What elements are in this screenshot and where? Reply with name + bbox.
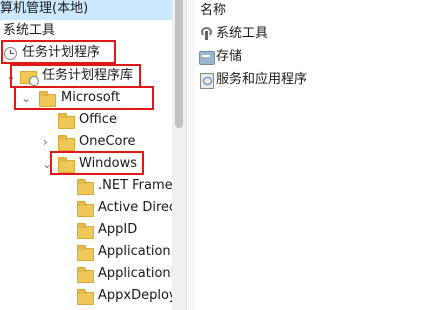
tree-item-label: AppxDeploy — [98, 288, 172, 303]
folder-icon — [77, 179, 94, 195]
tree-item-label: 系统工具 — [3, 23, 56, 38]
column-header-name[interactable]: 名称 — [200, 1, 226, 21]
tree-item-label: Office — [79, 112, 117, 127]
highlight-box-task-library — [10, 64, 141, 88]
tree-item-office[interactable]: Office — [0, 109, 172, 131]
chevron-right-icon[interactable]: › — [43, 131, 48, 153]
storage-icon — [199, 51, 215, 65]
tree-item-label: ApplicationI — [98, 266, 172, 281]
tree-item-label: Active Direc — [98, 200, 172, 215]
scrollbar-thumb[interactable] — [175, 0, 183, 128]
tree-item-windows-child[interactable]: AppxDeploy — [0, 285, 172, 307]
tree-item-label: AppID — [98, 222, 138, 237]
services-icon — [200, 73, 214, 89]
detail-item-label: 系统工具 — [216, 26, 269, 41]
tree-item-windows-child[interactable]: Application — [0, 241, 172, 263]
highlight-box-microsoft — [14, 86, 154, 110]
folder-icon — [77, 245, 94, 261]
tree-item-onecore[interactable]: › OneCore — [0, 131, 172, 153]
folder-icon — [77, 267, 94, 283]
detail-item-label: 服务和应用程序 — [216, 72, 308, 87]
navigation-tree: 算机管理(本地) 系统工具 任务计划程序 ⌄ 任务计划程序库 ⌄ Microso… — [0, 0, 172, 310]
detail-item-label: 存储 — [216, 49, 243, 64]
tree-item-windows-child[interactable]: Active Direc — [0, 197, 172, 219]
tree-item-system-tools[interactable]: 系统工具 — [0, 20, 55, 42]
tree-item-label: .NET Framew — [98, 178, 172, 193]
folder-icon — [77, 289, 94, 305]
folder-icon — [77, 201, 94, 217]
tree-scrollbar[interactable] — [172, 0, 186, 310]
folder-icon — [58, 135, 75, 151]
tree-item-windows-child[interactable]: .NET Framew — [0, 175, 172, 197]
tree-root-item[interactable]: 算机管理(本地) — [0, 0, 172, 20]
tools-icon — [200, 27, 212, 40]
highlight-box-windows — [50, 151, 144, 175]
pane-divider[interactable] — [186, 0, 195, 310]
folder-icon — [77, 223, 94, 239]
tree-item-label: Application — [98, 244, 171, 259]
tree-root-label: 算机管理(本地) — [0, 1, 89, 16]
tree-item-label: OneCore — [79, 134, 136, 149]
tree-item-windows-child[interactable]: ApplicationI — [0, 263, 172, 285]
folder-icon — [58, 113, 75, 129]
highlight-box-task-scheduler — [1, 40, 116, 64]
tree-item-windows-child[interactable]: AppID — [0, 219, 172, 241]
